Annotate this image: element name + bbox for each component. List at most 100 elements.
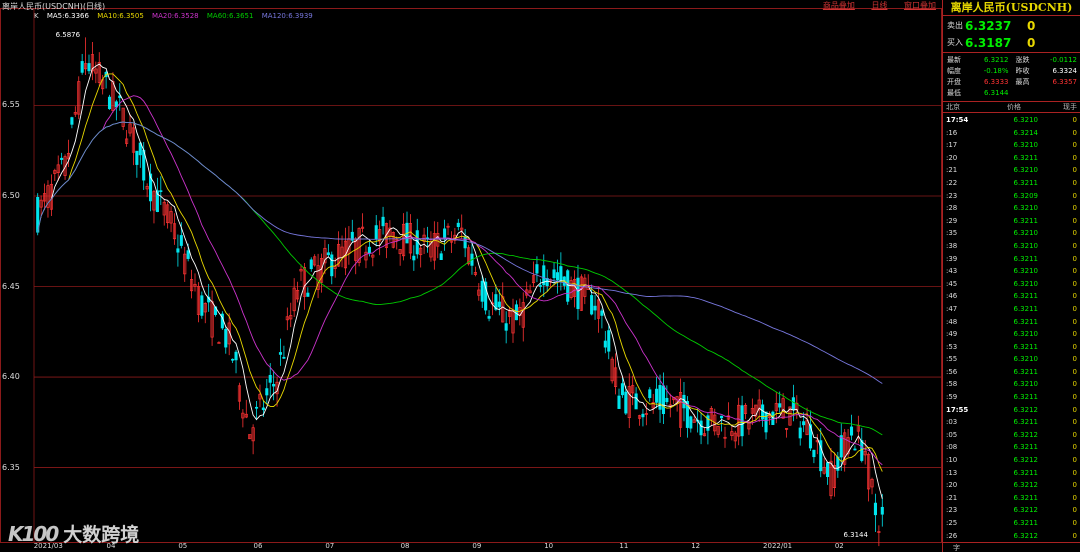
tick-row[interactable]: :46 6.3211 0 <box>943 290 1080 303</box>
candle-down <box>555 272 559 281</box>
tick-price: 6.3211 <box>1013 367 1039 376</box>
tick-row[interactable]: :38 6.3210 0 <box>943 240 1080 253</box>
tick-row[interactable]: :28 6.3210 0 <box>943 202 1080 215</box>
tick-row[interactable]: :03 6.3211 0 <box>943 416 1080 429</box>
candle-down <box>559 266 563 282</box>
stat-label: 开盘 <box>947 78 961 86</box>
sell-row[interactable]: 卖出 6.3237 0 <box>943 17 1080 34</box>
stat-cell: 昨收 6.3324 <box>1012 66 1080 77</box>
tick-row[interactable]: :08 6.3211 0 <box>943 441 1080 454</box>
tick-row[interactable]: :21 6.3211 0 <box>943 492 1080 505</box>
tick-row[interactable]: :10 6.3212 0 <box>943 454 1080 467</box>
tick-volume: 0 <box>1072 141 1077 150</box>
tick-row[interactable]: :47 6.3211 0 <box>943 303 1080 316</box>
tick-volume: 0 <box>1072 468 1077 477</box>
tick-row[interactable]: :20 6.3212 0 <box>943 479 1080 492</box>
watermark-text: 大数跨境 <box>63 524 140 546</box>
kline-chart-area[interactable]: 离岸人民币(USDCNH)(日线) K MA5:6.3366 MA10:6.35… <box>0 0 942 552</box>
ma10-legend: MA10:6.3505 <box>97 12 144 20</box>
overlay-commodity-link[interactable]: 商品叠加 <box>823 1 855 10</box>
candle-down <box>849 426 854 436</box>
tick-row[interactable]: :16 6.3214 0 <box>943 127 1080 140</box>
stat-row: 开盘 6.3333 最高 6.3357 <box>943 77 1080 88</box>
candle-down <box>607 330 611 352</box>
stat-row: 幅度 -0.18% 昨收 6.3324 <box>943 66 1080 77</box>
stat-value: 6.3324 <box>1052 67 1078 75</box>
tick-row[interactable]: :23 6.3209 0 <box>943 190 1080 203</box>
buy-label: 买入 <box>947 38 963 47</box>
tick-price: 6.3211 <box>1013 393 1039 402</box>
tick-row[interactable]: :43 6.3210 0 <box>943 265 1080 278</box>
tick-row[interactable]: :29 6.3211 0 <box>943 215 1080 228</box>
stat-row: 最低 6.3144 <box>943 88 1080 99</box>
ma60-line <box>37 121 883 436</box>
candle-down <box>764 411 768 433</box>
tick-header-volume: 现手 <box>1063 103 1077 111</box>
candle-down <box>566 270 570 302</box>
tick-row[interactable]: 17:55 6.3212 0 <box>943 404 1080 417</box>
tick-row[interactable]: :48 6.3211 0 <box>943 316 1080 329</box>
tick-volume: 0 <box>1072 279 1077 288</box>
panel-footer[interactable]: 字 <box>943 542 1080 552</box>
tick-row[interactable]: :56 6.3211 0 <box>943 366 1080 379</box>
tick-price: 6.3212 <box>1013 405 1039 414</box>
tick-volume: 0 <box>1072 342 1077 351</box>
tick-price: 6.3210 <box>1013 380 1039 389</box>
tick-row[interactable]: :13 6.3211 0 <box>943 467 1080 480</box>
tick-price: 6.3210 <box>1013 241 1039 250</box>
tick-row[interactable]: :39 6.3211 0 <box>943 253 1080 266</box>
tick-row[interactable]: :17 6.3210 0 <box>943 139 1080 152</box>
candle-down <box>135 150 139 165</box>
tick-row[interactable]: :53 6.3211 0 <box>943 341 1080 354</box>
tick-time: :39 <box>946 254 958 263</box>
tick-row[interactable]: :21 6.3210 0 <box>943 164 1080 177</box>
x-tick-label: 10 <box>544 542 554 550</box>
tick-price: 6.3210 <box>1013 267 1039 276</box>
kline-chart[interactable] <box>0 0 942 552</box>
tick-price: 6.3211 <box>1013 304 1039 313</box>
candle-down <box>699 420 703 436</box>
tick-row[interactable]: :45 6.3210 0 <box>943 278 1080 291</box>
tick-row[interactable]: :25 6.3211 0 <box>943 517 1080 530</box>
tick-row[interactable]: :49 6.3210 0 <box>943 328 1080 341</box>
high-price-label: 6.5876 <box>55 31 81 40</box>
candle-down <box>231 358 235 361</box>
tick-row[interactable]: :05 6.3212 0 <box>943 429 1080 442</box>
tick-time: :23 <box>946 506 958 515</box>
candle-down <box>665 397 669 403</box>
y-tick-label: 6.35 <box>2 462 20 472</box>
tick-time: :20 <box>946 153 958 162</box>
stat-value: -0.0112 <box>1049 56 1077 64</box>
tick-time: :26 <box>946 531 958 540</box>
tick-row[interactable]: :55 6.3210 0 <box>943 353 1080 366</box>
tick-price: 6.3211 <box>1013 468 1039 477</box>
tick-row[interactable]: :22 6.3211 0 <box>943 177 1080 190</box>
tick-time: :38 <box>946 241 958 250</box>
x-tick-label: 11 <box>619 542 629 550</box>
x-tick-label: 07 <box>325 542 335 550</box>
tick-row[interactable]: :59 6.3211 0 <box>943 391 1080 404</box>
candle-down <box>641 413 645 418</box>
buy-row[interactable]: 买入 6.3187 0 <box>943 34 1080 51</box>
tick-volume: 0 <box>1072 506 1077 515</box>
candle-down <box>603 340 607 348</box>
overlay-window-link[interactable]: 窗口叠加 <box>904 1 936 10</box>
tick-list[interactable]: 17:54 6.3210 0:16 6.3214 0:17 6.3210 0:20 6.321… <box>943 113 1080 543</box>
tick-price: 6.3210 <box>1013 355 1039 364</box>
candle-down <box>70 117 74 125</box>
ma120-legend: MA120:6.3939 <box>261 12 313 20</box>
candle-down <box>812 449 816 458</box>
x-tick-label: 2022/01 <box>763 542 793 550</box>
tick-row[interactable]: :20 6.3211 0 <box>943 152 1080 165</box>
buy-volume: 0 <box>1027 35 1036 50</box>
quote-panel: 离岸人民币(USDCNH) 卖出 6.3237 0 买入 6.3187 0 最新… <box>942 0 1080 552</box>
tick-row[interactable]: :23 6.3212 0 <box>943 504 1080 517</box>
tick-row[interactable]: :35 6.3210 0 <box>943 227 1080 240</box>
tick-row[interactable]: :58 6.3210 0 <box>943 378 1080 391</box>
candle-down <box>224 328 228 348</box>
period-link[interactable]: 日线 <box>871 1 887 10</box>
tick-price: 6.3211 <box>1013 216 1039 225</box>
tick-time: :53 <box>946 342 958 351</box>
tick-row[interactable]: :26 6.3212 0 <box>943 530 1080 543</box>
tick-row[interactable]: 17:54 6.3210 0 <box>943 114 1080 127</box>
